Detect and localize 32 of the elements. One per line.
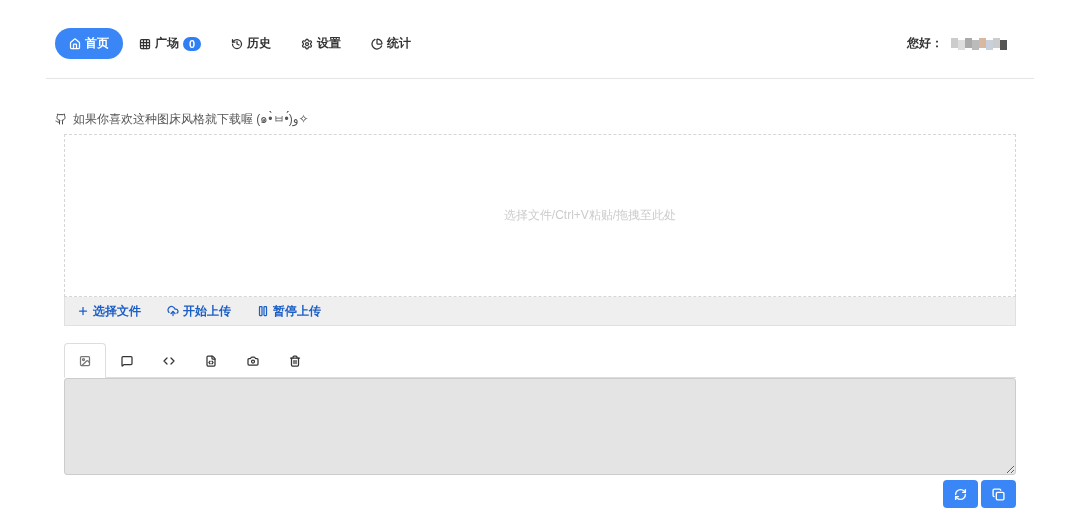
nav-tab[interactable]: 历史 <box>217 28 286 59</box>
nav-tab[interactable]: 设置 <box>287 28 356 59</box>
github-icon <box>55 112 67 125</box>
grid-icon <box>139 37 151 50</box>
nav-tab[interactable]: 广场 0 <box>125 28 216 59</box>
file-code-icon <box>205 354 217 367</box>
refresh-button[interactable] <box>943 480 978 508</box>
home-icon <box>69 37 81 50</box>
upload-action[interactable]: 开始上传 <box>167 302 231 320</box>
plus-icon <box>77 305 89 317</box>
copy-button[interactable] <box>981 480 1016 508</box>
camera-icon <box>247 354 259 367</box>
notice-text: 如果你喜欢这种图床风格就下载喔 (๑•̀ㅂ•́)و✧ <box>73 110 309 128</box>
pie-chart-icon <box>371 37 384 50</box>
nav-tab[interactable]: 首页 <box>55 28 123 59</box>
pause-icon <box>257 305 269 317</box>
comment-icon <box>121 354 133 367</box>
nav-tab[interactable]: 统计 <box>357 28 426 59</box>
output-field[interactable] <box>64 378 1016 475</box>
history-icon <box>231 37 244 50</box>
settings-icon <box>301 37 314 50</box>
image-icon <box>79 354 91 367</box>
count-badge: 0 <box>183 36 202 51</box>
refresh-icon <box>954 487 967 501</box>
format-tab[interactable] <box>64 343 106 378</box>
trash-icon <box>289 354 301 367</box>
cloud-upload-icon <box>167 305 179 317</box>
upload-action[interactable]: 选择文件 <box>77 302 141 320</box>
upload-action[interactable]: 暂停上传 <box>257 302 321 320</box>
username-pixelated-drawing <box>951 37 1009 50</box>
greeting: 您好： <box>907 35 943 52</box>
copy-icon <box>992 487 1005 501</box>
